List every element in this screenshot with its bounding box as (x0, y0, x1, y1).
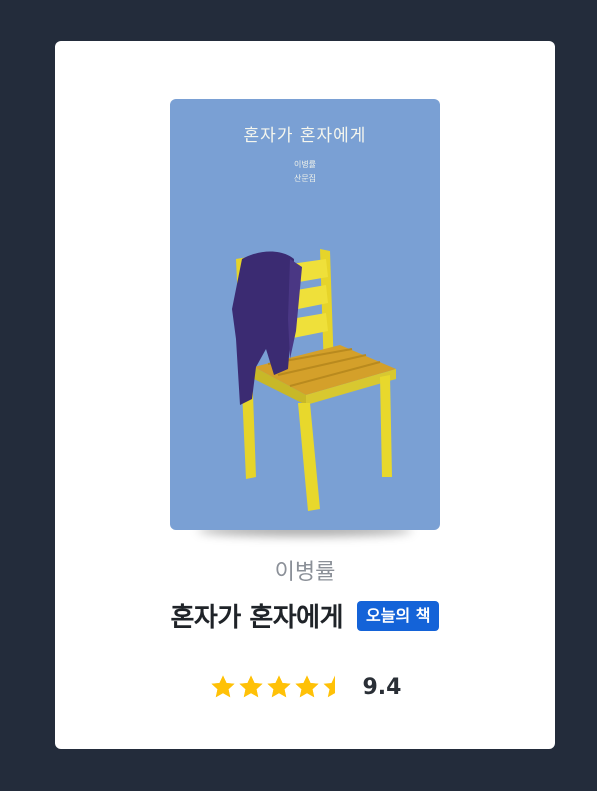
book-card[interactable]: 혼자가 혼자에게 이병률 산문집 이병률 혼자가 혼자에게 오늘의 책 9.4 (55, 41, 555, 749)
rating-score: 9.4 (362, 674, 402, 700)
star-icon (239, 675, 262, 698)
book-title[interactable]: 혼자가 혼자에게 (171, 597, 344, 634)
todays-book-badge: 오늘의 책 (357, 600, 440, 631)
star-icon (323, 675, 346, 698)
cover-image: 혼자가 혼자에게 이병률 산문집 (170, 99, 440, 530)
star-icon (295, 675, 318, 698)
cover-genre: 산문집 (293, 174, 317, 183)
star-icon (211, 675, 234, 698)
rating: 9.4 (55, 673, 555, 701)
title-row: 혼자가 혼자에게 오늘의 책 (55, 597, 555, 634)
book-cover[interactable]: 혼자가 혼자에게 이병률 산문집 (170, 99, 440, 536)
cover-title: 혼자가 혼자에게 (243, 126, 367, 146)
star-icon (267, 675, 290, 698)
star-rating (209, 673, 349, 701)
cover-author: 이병률 (293, 160, 317, 169)
book-author[interactable]: 이병률 (55, 554, 555, 586)
